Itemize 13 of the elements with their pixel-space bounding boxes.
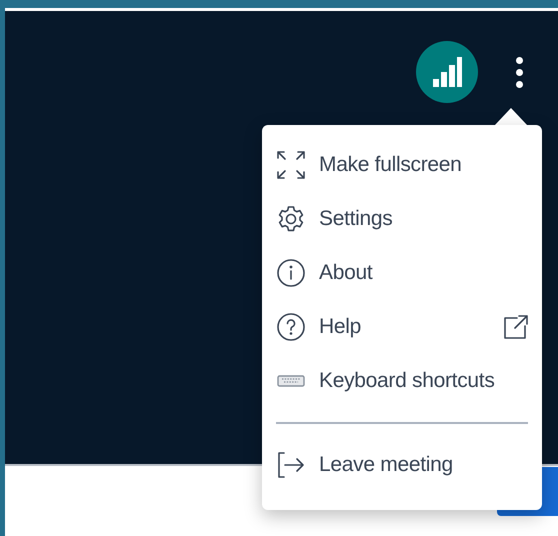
external-link-icon <box>504 315 528 339</box>
menu-item[interactable]: Keyboard shortcuts <box>274 354 530 408</box>
exit-icon <box>276 450 306 480</box>
settings-icon <box>276 204 306 234</box>
signal-icon <box>432 57 462 87</box>
menu-item[interactable]: About <box>274 246 530 300</box>
menu-item[interactable]: Help <box>274 300 530 354</box>
help-icon <box>276 312 306 342</box>
menu-item[interactable]: Settings <box>274 192 530 246</box>
fullscreen-icon <box>276 150 306 180</box>
info-icon <box>276 258 306 288</box>
menu-item[interactable]: Leave meeting <box>274 438 530 492</box>
menu-item[interactable]: Make fullscreen <box>274 138 530 192</box>
